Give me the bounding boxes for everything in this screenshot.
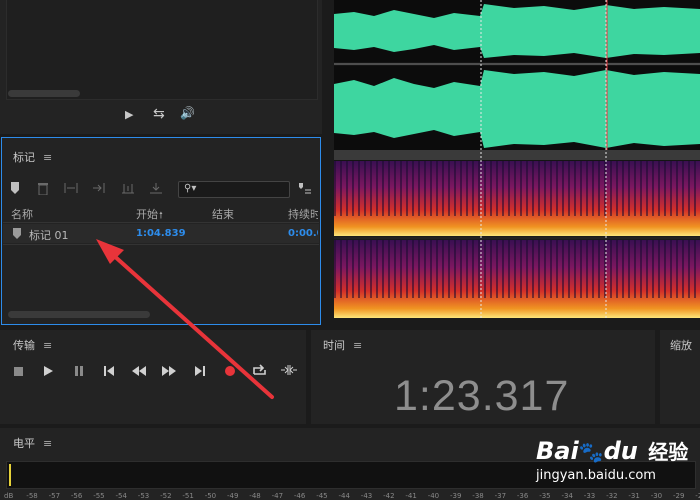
- speaker-icon[interactable]: 🔊: [180, 106, 195, 120]
- level-tick: -52: [160, 492, 172, 500]
- level-tick: -31: [628, 492, 640, 500]
- pause-button[interactable]: [70, 364, 88, 382]
- marker-name: 标记 01: [29, 229, 69, 242]
- watermark-logo: Bai🐾du 经验: [536, 436, 688, 465]
- level-tick: -51: [182, 492, 194, 500]
- level-tick: -28: [695, 492, 700, 500]
- preview-area: [6, 0, 318, 100]
- level-tick: -33: [583, 492, 596, 500]
- markers-scrollbar[interactable]: [8, 311, 150, 318]
- preview-scrollbar[interactable]: [8, 90, 80, 97]
- level-tick: -47: [271, 492, 284, 500]
- level-tick: -36: [516, 492, 529, 500]
- level-tick: -43: [360, 492, 373, 500]
- transport-panel-title: 传输: [13, 339, 35, 352]
- level-tick: -35: [539, 492, 551, 500]
- zoom-panel-title: 缩放: [670, 339, 692, 352]
- row-divider: [3, 244, 319, 245]
- level-tick: -38: [472, 492, 484, 500]
- marker-filter-icon[interactable]: [298, 182, 312, 196]
- level-tick: -53: [137, 492, 150, 500]
- skip-silence-button[interactable]: [280, 364, 298, 382]
- marker-start: 1:04.839: [136, 228, 186, 239]
- rewind-button[interactable]: [130, 364, 148, 382]
- level-tick: -39: [450, 492, 462, 500]
- time-panel-header: 时间 ≡: [323, 337, 362, 353]
- watermark-brand2: du: [603, 437, 638, 465]
- search-icon: ⚲▾: [184, 183, 197, 194]
- play-button[interactable]: [39, 364, 57, 382]
- merge-markers-icon[interactable]: [64, 182, 78, 196]
- watermark-paw-icon: 🐾: [578, 440, 604, 464]
- level-tick: -42: [383, 492, 395, 500]
- level-panel-title: 电平: [13, 437, 35, 450]
- column-start-label: 开始: [136, 208, 158, 221]
- table-row[interactable]: 标记 01 1:04.839 0:00.0: [3, 224, 319, 243]
- level-tick: -41: [405, 492, 417, 500]
- markers-panel-header: 标记 ≡: [13, 149, 52, 165]
- level-tick: -48: [249, 492, 261, 500]
- level-panel-header: 电平 ≡: [13, 435, 52, 451]
- transport-panel-header: 传输 ≡: [13, 337, 52, 353]
- watermark: Bai🐾du 经验 jingyan.baidu.com: [536, 436, 696, 492]
- level-tick: -29: [673, 492, 685, 500]
- waveform-editor[interactable]: [334, 0, 700, 318]
- level-tick: -45: [316, 492, 328, 500]
- level-tick: -58: [26, 492, 38, 500]
- delete-marker-icon[interactable]: [36, 182, 50, 196]
- level-tick: -57: [48, 492, 61, 500]
- marker-icon: [13, 228, 21, 239]
- level-tick: -50: [204, 492, 217, 500]
- column-end[interactable]: 结束: [212, 206, 234, 222]
- markers-panel-title: 标记: [13, 151, 35, 164]
- transport-menu-icon[interactable]: ≡: [43, 339, 52, 352]
- skip-to-start-button[interactable]: [100, 364, 118, 382]
- level-tick: -49: [227, 492, 239, 500]
- watermark-url: jingyan.baidu.com: [536, 468, 656, 483]
- level-tick: -30: [650, 492, 663, 500]
- level-tick: -40: [427, 492, 440, 500]
- column-name[interactable]: 名称: [11, 206, 33, 222]
- level-tick: -55: [93, 492, 105, 500]
- record-button[interactable]: [221, 364, 239, 382]
- level-tick: -37: [494, 492, 507, 500]
- range-marker-icon[interactable]: [121, 182, 135, 196]
- skip-to-end-button[interactable]: [191, 364, 209, 382]
- level-tick: -46: [293, 492, 306, 500]
- loop-icon[interactable]: ⇆: [153, 106, 165, 122]
- marker-duration: 0:00.0: [288, 228, 318, 239]
- preview-panel: ▶ ⇆ 🔊: [0, 0, 322, 134]
- marker-search-input[interactable]: ⚲▾: [178, 181, 290, 198]
- loop-playback-button[interactable]: [250, 364, 268, 382]
- time-display: 1:23.317: [394, 372, 570, 420]
- level-indicator: [9, 464, 11, 486]
- fast-forward-button[interactable]: [160, 364, 178, 382]
- time-menu-icon[interactable]: ≡: [353, 339, 362, 352]
- export-marker-icon[interactable]: [149, 182, 163, 196]
- column-duration[interactable]: 持续时: [288, 206, 318, 222]
- level-tick: -56: [70, 492, 83, 500]
- waveform-display: [334, 0, 700, 318]
- header-divider: [3, 222, 319, 223]
- watermark-brand: Bai: [536, 437, 579, 465]
- play-icon[interactable]: ▶: [125, 108, 133, 121]
- time-panel-title: 时间: [323, 339, 345, 352]
- insert-marker-icon[interactable]: [92, 182, 106, 196]
- level-tick: dB: [4, 492, 14, 500]
- stop-button[interactable]: [9, 364, 27, 382]
- sort-arrow-icon: 🠕: [159, 211, 163, 221]
- level-tick: -34: [561, 492, 573, 500]
- level-menu-icon[interactable]: ≡: [43, 437, 52, 450]
- level-tick: -54: [115, 492, 127, 500]
- level-tick: -32: [606, 492, 618, 500]
- watermark-suffix: 经验: [648, 440, 689, 464]
- markers-menu-icon[interactable]: ≡: [43, 151, 52, 164]
- level-tick: -44: [338, 492, 350, 500]
- add-marker-icon[interactable]: [8, 182, 22, 196]
